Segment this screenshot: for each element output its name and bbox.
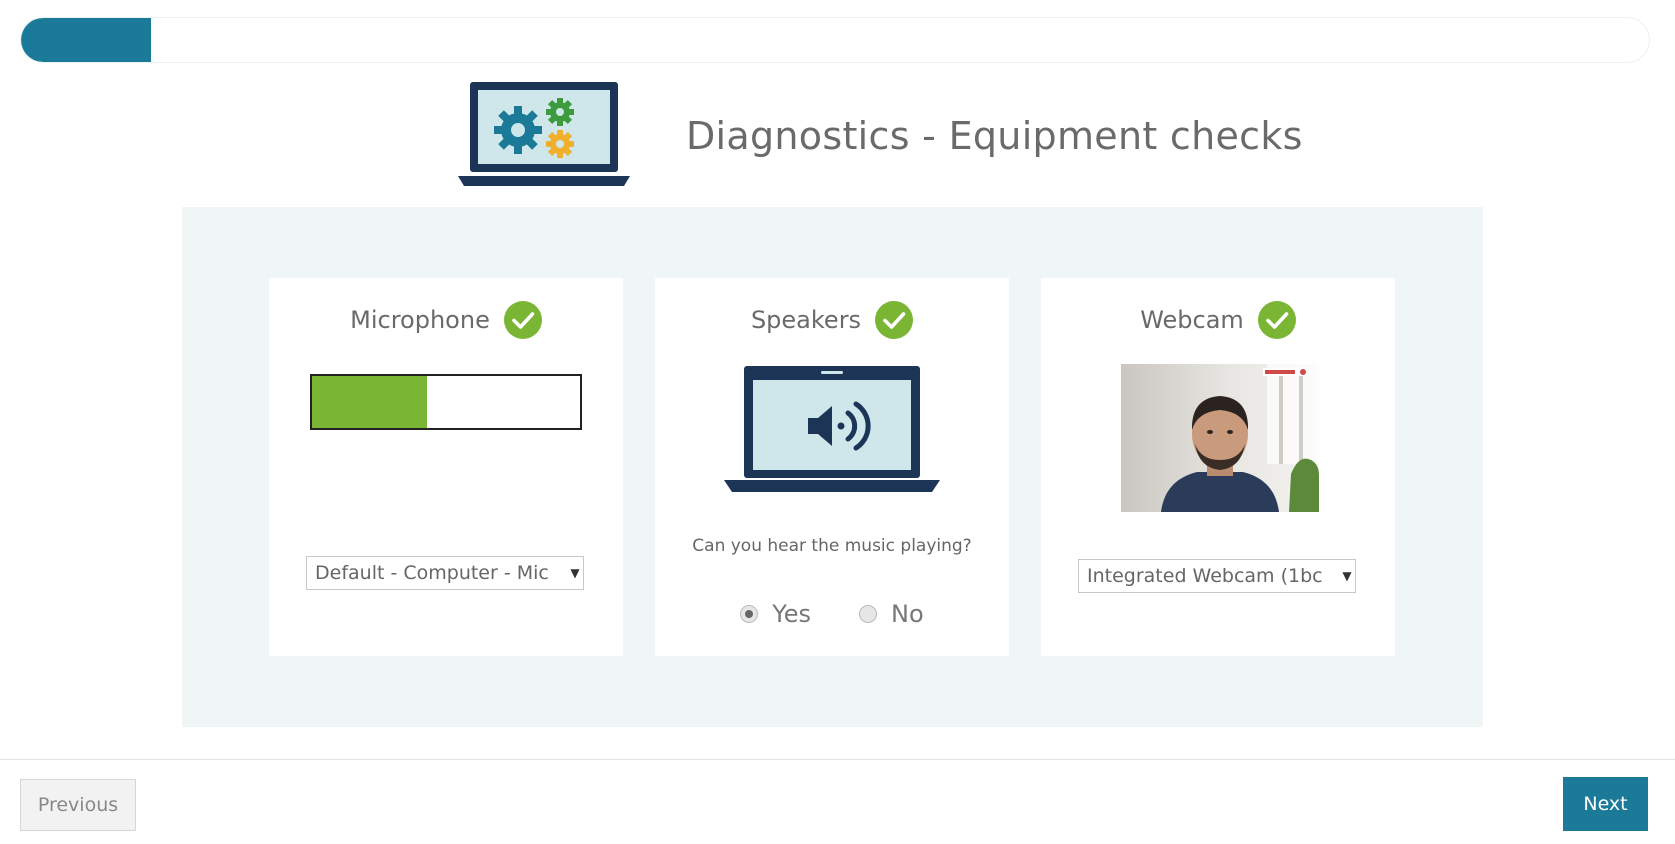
webcam-device-value: Integrated Webcam (1bc (1087, 565, 1323, 587)
check-circle-icon (503, 301, 542, 339)
webcam-device-select[interactable]: Integrated Webcam (1bc ▼ (1078, 559, 1356, 593)
radio-yes[interactable] (740, 605, 759, 623)
dropdown-arrow-icon: ▼ (1342, 569, 1352, 583)
previous-button[interactable]: Previous (20, 779, 136, 831)
webcam-preview (1121, 364, 1319, 512)
laptop-gears-icon (458, 80, 630, 192)
radio-no[interactable] (859, 605, 878, 623)
microphone-title: Microphone (350, 306, 490, 334)
progress-bar (20, 17, 1650, 63)
check-circle-icon (875, 301, 914, 339)
speakers-title: Speakers (750, 306, 862, 334)
microphone-level-fill (312, 376, 428, 428)
next-button[interactable]: Next (1563, 777, 1648, 831)
microphone-header: Microphone (269, 300, 623, 340)
page-title: Diagnostics - Equipment checks (686, 114, 1303, 158)
webcam-header: Webcam (1041, 300, 1395, 340)
radio-yes-label[interactable]: Yes (772, 600, 811, 628)
progress-bar-fill (21, 18, 152, 62)
radio-no-label[interactable]: No (891, 600, 924, 628)
laptop-speaker-icon (724, 366, 940, 494)
webcam-card: Webcam Integrated Webcam (1bc ▼ (1041, 278, 1395, 656)
dropdown-arrow-icon: ▼ (570, 566, 580, 580)
speaker-answer-options: Yes No (655, 600, 1009, 628)
microphone-device-select[interactable]: Default - Computer - Mic ▼ (306, 556, 584, 590)
equipment-checks-panel: Microphone Default - Computer - Mic ▼ Sp… (182, 207, 1483, 727)
speakers-card: Speakers Can you hear the music playing? (655, 278, 1009, 656)
microphone-device-value: Default - Computer - Mic (315, 562, 549, 584)
microphone-card: Microphone Default - Computer - Mic ▼ (269, 278, 623, 656)
footer-divider (0, 759, 1675, 760)
speakers-header: Speakers (655, 300, 1009, 340)
webcam-title: Webcam (1140, 306, 1244, 334)
check-circle-icon (1257, 301, 1296, 339)
speaker-question: Can you hear the music playing? (692, 536, 972, 556)
microphone-level-meter (310, 374, 582, 430)
